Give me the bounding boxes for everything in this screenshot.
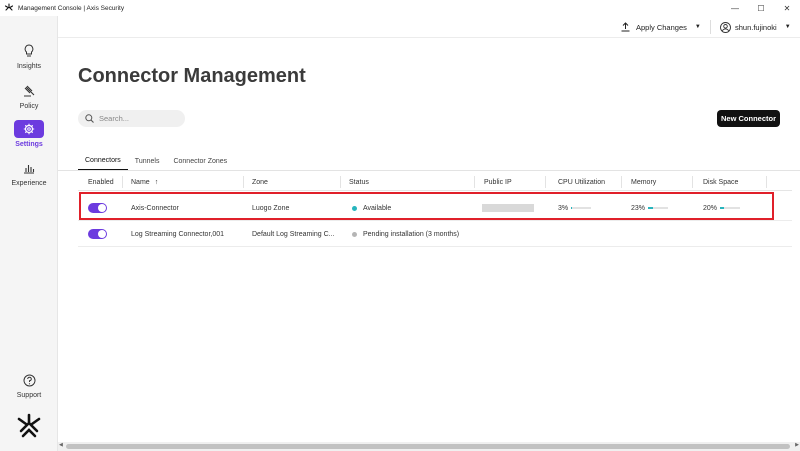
column-header-disk[interactable]: Disk Space [703,173,738,191]
sidebar-item-label: Settings [15,141,43,148]
apply-changes-button[interactable]: Apply Changes ▼ [621,19,701,35]
apply-changes-label: Apply Changes [636,22,687,32]
column-divider [243,176,244,188]
axis-logo-icon [17,413,41,438]
column-header-status[interactable]: Status [349,173,369,191]
column-divider [545,176,546,188]
sidebar-item-support[interactable]: Support [0,371,58,399]
connector-zone: Default Log Streaming C... [252,230,335,238]
scrollbar-thumb[interactable] [66,444,790,449]
column-header-public-ip[interactable]: Public IP [484,173,512,191]
close-button[interactable]: ✕ [774,0,800,16]
connector-status: Pending installation (3 months) [352,221,459,247]
search-icon [85,114,94,123]
tab-connector-zones[interactable]: Connector Zones [166,151,234,171]
top-bar: Apply Changes ▼ shun.fujinoki ▼ [58,16,800,38]
sidebar-item-settings[interactable]: Settings [0,120,58,148]
chevron-down-icon: ▼ [784,24,791,30]
column-divider [340,176,341,188]
column-divider [122,176,123,188]
sidebar: Insights Policy Settings Experience Supp… [0,16,58,451]
status-dot-icon [352,231,357,237]
gavel-icon [14,82,44,100]
column-divider [621,176,622,188]
divider [58,170,800,171]
column-divider [766,176,767,188]
highlight-box [79,192,774,220]
column-header-cpu[interactable]: CPU Utilization [558,173,605,191]
sort-arrow-icon: ↑ [154,178,159,186]
column-divider [692,176,693,188]
scroll-left-icon[interactable]: ◀ [59,442,63,448]
tab-connectors[interactable]: Connectors [78,151,128,171]
column-header-zone[interactable]: Zone [252,173,268,191]
page-title: Connector Management [78,65,306,87]
sidebar-item-policy[interactable]: Policy [0,82,58,110]
bar-chart-icon [14,159,44,177]
search-box[interactable] [78,110,185,127]
window-titlebar: Management Console | Axis Security — ☐ ✕ [0,0,800,16]
column-divider [474,176,475,188]
status-text: Pending installation (3 months) [363,230,460,238]
upload-icon [621,22,630,32]
chevron-down-icon: ▼ [694,24,701,30]
maximize-button[interactable]: ☐ [748,0,774,16]
column-header-memory[interactable]: Memory [631,173,656,191]
user-menu-button[interactable]: shun.fujinoki ▼ [720,19,791,35]
sidebar-item-label: Support [16,392,42,399]
window-title: Management Console | Axis Security [18,4,125,12]
horizontal-scrollbar[interactable]: ◀ ▶ [58,442,800,451]
sidebar-item-insights[interactable]: Insights [0,42,58,70]
sidebar-item-label: Insights [16,63,42,70]
table-header: Enabled Name ↑ Zone Status Public IP CPU… [78,173,792,191]
lightbulb-icon [14,42,44,60]
sidebar-item-label: Experience [11,180,47,187]
main-content: Apply Changes ▼ shun.fujinoki ▼ Connecto… [58,16,800,451]
username: shun.fujinoki [735,22,777,32]
enabled-toggle[interactable] [88,229,107,239]
column-header-enabled[interactable]: Enabled [88,173,114,191]
connector-name[interactable]: Log Streaming Connector,001 [131,221,224,247]
table-row[interactable]: Log Streaming Connector,001 Default Log … [78,221,792,247]
app-logo-icon [4,3,14,11]
search-input[interactable] [99,114,179,123]
sidebar-item-experience[interactable]: Experience [0,159,58,187]
sidebar-item-label: Policy [19,103,39,110]
divider [710,20,711,34]
minimize-button[interactable]: — [722,0,748,16]
gear-icon [14,120,44,138]
tab-tunnels[interactable]: Tunnels [128,151,167,171]
column-header-name[interactable]: Name ↑ [131,173,158,191]
column-header-label: Name [131,178,150,186]
user-icon [720,21,731,33]
new-connector-button[interactable]: New Connector [717,110,780,127]
question-circle-icon [14,371,44,389]
scroll-right-icon[interactable]: ▶ [795,442,799,448]
